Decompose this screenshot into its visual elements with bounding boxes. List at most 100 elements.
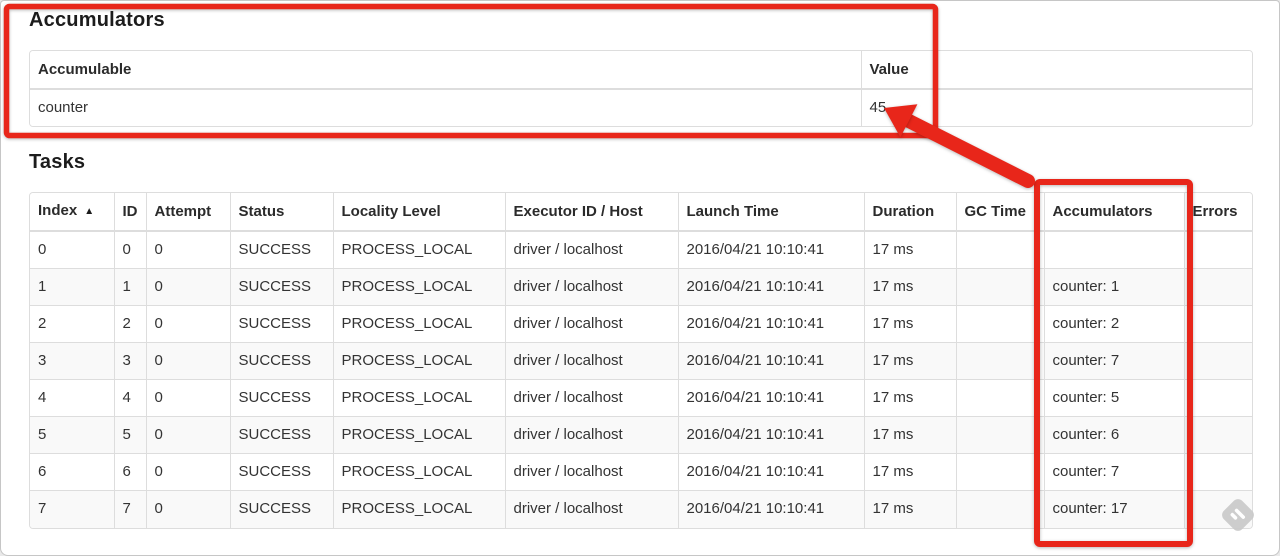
task-attempt-cell: 0	[146, 490, 231, 528]
task-row: 0 0 0 SUCCESS PROCESS_LOCAL driver / loc…	[30, 231, 1252, 269]
task-duration-cell: 17 ms	[864, 453, 957, 491]
task-attempt-cell: 0	[146, 305, 231, 343]
task-index-cell: 2	[30, 305, 115, 343]
task-id-cell: 7	[114, 490, 147, 528]
task-gc-time-cell	[956, 231, 1045, 269]
task-row: 2 2 0 SUCCESS PROCESS_LOCAL driver / loc…	[30, 305, 1252, 343]
task-gc-time-cell	[956, 453, 1045, 491]
task-locality-cell: PROCESS_LOCAL	[333, 268, 506, 306]
task-executor-cell: driver / localhost	[505, 379, 679, 417]
task-attempt-cell: 0	[146, 231, 231, 269]
task-index-cell: 6	[30, 453, 115, 491]
task-status-cell: SUCCESS	[230, 379, 334, 417]
annotation-arrow-shaft	[900, 113, 1035, 188]
attempt-column-header[interactable]: Attempt	[146, 193, 231, 232]
task-executor-cell: driver / localhost	[505, 490, 679, 528]
accumulators-column-header[interactable]: Accumulators	[1044, 193, 1185, 232]
task-accumulators-cell: counter: 5	[1044, 379, 1185, 417]
task-index-cell: 7	[30, 490, 115, 528]
task-id-cell: 4	[114, 379, 147, 417]
tasks-table-container: Index ▲ ID Attempt Status Locality Level …	[29, 192, 1253, 529]
sort-ascending-icon: ▲	[84, 206, 95, 217]
accumulable-row: counter 45	[30, 89, 1252, 126]
task-gc-time-cell	[956, 490, 1045, 528]
task-index-cell: 0	[30, 231, 115, 269]
task-locality-cell: PROCESS_LOCAL	[333, 453, 506, 491]
executor-id-host-column-header[interactable]: Executor ID / Host	[505, 193, 679, 232]
task-accumulators-cell: counter: 2	[1044, 305, 1185, 343]
task-launch-time-cell: 2016/04/21 10:10:41	[678, 453, 865, 491]
accumulable-value-cell: 45	[861, 89, 1252, 126]
task-executor-cell: driver / localhost	[505, 231, 679, 269]
task-status-cell: SUCCESS	[230, 268, 334, 306]
value-column-header[interactable]: Value	[861, 51, 1252, 90]
task-accumulators-cell: counter: 6	[1044, 416, 1185, 454]
gc-time-column-header[interactable]: GC Time	[956, 193, 1045, 232]
task-status-cell: SUCCESS	[230, 490, 334, 528]
task-duration-cell: 17 ms	[864, 305, 957, 343]
task-errors-cell	[1184, 453, 1252, 491]
task-locality-cell: PROCESS_LOCAL	[333, 305, 506, 343]
task-duration-cell: 17 ms	[864, 379, 957, 417]
task-status-cell: SUCCESS	[230, 453, 334, 491]
task-row: 5 5 0 SUCCESS PROCESS_LOCAL driver / loc…	[30, 416, 1252, 454]
accumulators-heading: Accumulators	[29, 9, 165, 31]
task-gc-time-cell	[956, 342, 1045, 380]
task-errors-cell	[1184, 416, 1252, 454]
task-launch-time-cell: 2016/04/21 10:10:41	[678, 268, 865, 306]
task-attempt-cell: 0	[146, 379, 231, 417]
task-attempt-cell: 0	[146, 453, 231, 491]
task-errors-cell	[1184, 305, 1252, 343]
locality-level-column-header[interactable]: Locality Level	[333, 193, 506, 232]
task-executor-cell: driver / localhost	[505, 268, 679, 306]
task-status-cell: SUCCESS	[230, 416, 334, 454]
task-gc-time-cell	[956, 379, 1045, 417]
accumulable-header-row: Accumulable Value	[30, 51, 1252, 90]
task-launch-time-cell: 2016/04/21 10:10:41	[678, 490, 865, 528]
spark-ui-stage-page: Accumulators Accumulable Value counter 4…	[0, 0, 1280, 556]
task-launch-time-cell: 2016/04/21 10:10:41	[678, 416, 865, 454]
task-errors-cell	[1184, 379, 1252, 417]
task-row: 3 3 0 SUCCESS PROCESS_LOCAL driver / loc…	[30, 342, 1252, 380]
task-row: 1 1 0 SUCCESS PROCESS_LOCAL driver / loc…	[30, 268, 1252, 306]
tasks-header-row: Index ▲ ID Attempt Status Locality Level …	[30, 193, 1252, 232]
accumulable-table-container: Accumulable Value counter 45	[29, 50, 1253, 127]
task-gc-time-cell	[956, 416, 1045, 454]
task-accumulators-cell: counter: 17	[1044, 490, 1185, 528]
task-gc-time-cell	[956, 268, 1045, 306]
task-row: 4 4 0 SUCCESS PROCESS_LOCAL driver / loc…	[30, 379, 1252, 417]
task-attempt-cell: 0	[146, 342, 231, 380]
task-locality-cell: PROCESS_LOCAL	[333, 416, 506, 454]
task-executor-cell: driver / localhost	[505, 416, 679, 454]
accumulable-table: Accumulable Value counter 45	[30, 51, 1252, 126]
launch-time-column-header[interactable]: Launch Time	[678, 193, 865, 232]
tasks-table: Index ▲ ID Attempt Status Locality Level …	[30, 193, 1252, 528]
task-executor-cell: driver / localhost	[505, 453, 679, 491]
tasks-heading: Tasks	[29, 151, 86, 173]
task-index-cell: 3	[30, 342, 115, 380]
task-row: 6 6 0 SUCCESS PROCESS_LOCAL driver / loc…	[30, 453, 1252, 491]
accumulable-name-cell: counter	[30, 89, 862, 126]
task-launch-time-cell: 2016/04/21 10:10:41	[678, 379, 865, 417]
task-locality-cell: PROCESS_LOCAL	[333, 342, 506, 380]
task-accumulators-cell: counter: 1	[1044, 268, 1185, 306]
task-index-cell: 1	[30, 268, 115, 306]
task-id-cell: 2	[114, 305, 147, 343]
task-errors-cell	[1184, 268, 1252, 306]
task-errors-cell	[1184, 231, 1252, 269]
task-status-cell: SUCCESS	[230, 305, 334, 343]
task-locality-cell: PROCESS_LOCAL	[333, 379, 506, 417]
task-duration-cell: 17 ms	[864, 416, 957, 454]
errors-column-header[interactable]: Errors	[1184, 193, 1252, 232]
task-duration-cell: 17 ms	[864, 268, 957, 306]
accumulable-column-header[interactable]: Accumulable	[30, 51, 862, 90]
task-id-cell: 0	[114, 231, 147, 269]
id-column-header[interactable]: ID	[114, 193, 147, 232]
task-attempt-cell: 0	[146, 416, 231, 454]
task-duration-cell: 17 ms	[864, 342, 957, 380]
task-id-cell: 1	[114, 268, 147, 306]
status-column-header[interactable]: Status	[230, 193, 334, 232]
task-errors-cell	[1184, 342, 1252, 380]
index-column-header[interactable]: Index ▲	[30, 193, 115, 232]
duration-column-header[interactable]: Duration	[864, 193, 957, 232]
